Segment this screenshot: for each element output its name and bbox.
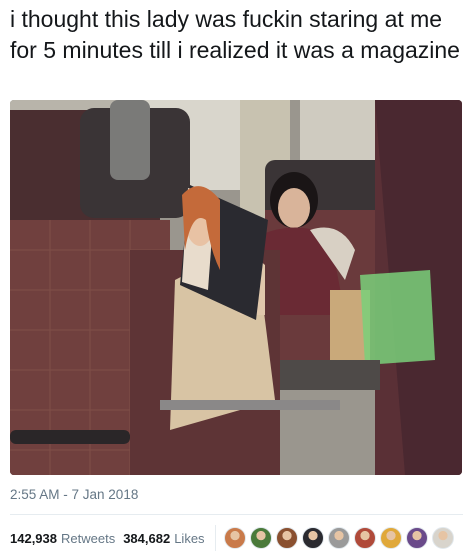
retweets-stat[interactable]: 142,938 Retweets	[10, 531, 115, 546]
liker-avatar[interactable]	[223, 527, 246, 549]
tweet-photo[interactable]	[10, 100, 462, 475]
liker-avatars	[223, 527, 458, 549]
tweet-text: i thought this lady was fuckin staring a…	[10, 6, 460, 63]
stats-separator	[214, 525, 216, 551]
retweets-label: Retweets	[61, 530, 116, 546]
tweet-timestamp[interactable]: 2:55 AM - 7 Jan 2018	[10, 487, 138, 502]
likes-count: 384,682	[123, 530, 171, 546]
liker-avatar[interactable]	[405, 527, 428, 549]
liker-avatar[interactable]	[249, 527, 272, 549]
liker-avatar[interactable]	[431, 527, 454, 549]
liker-avatar[interactable]	[275, 527, 298, 549]
liker-avatar[interactable]	[301, 527, 324, 549]
divider	[10, 514, 463, 515]
liker-avatar[interactable]	[379, 527, 402, 549]
tweet-stats: 142,938 Retweets 384,682 Likes	[10, 525, 458, 551]
likes-stat[interactable]: 384,682 Likes	[123, 531, 204, 546]
train-photo-illustration	[10, 100, 462, 475]
liker-avatar[interactable]	[327, 527, 350, 549]
retweets-count: 142,938	[10, 530, 57, 546]
liker-avatar[interactable]	[353, 527, 376, 549]
likes-label: Likes	[174, 530, 205, 546]
